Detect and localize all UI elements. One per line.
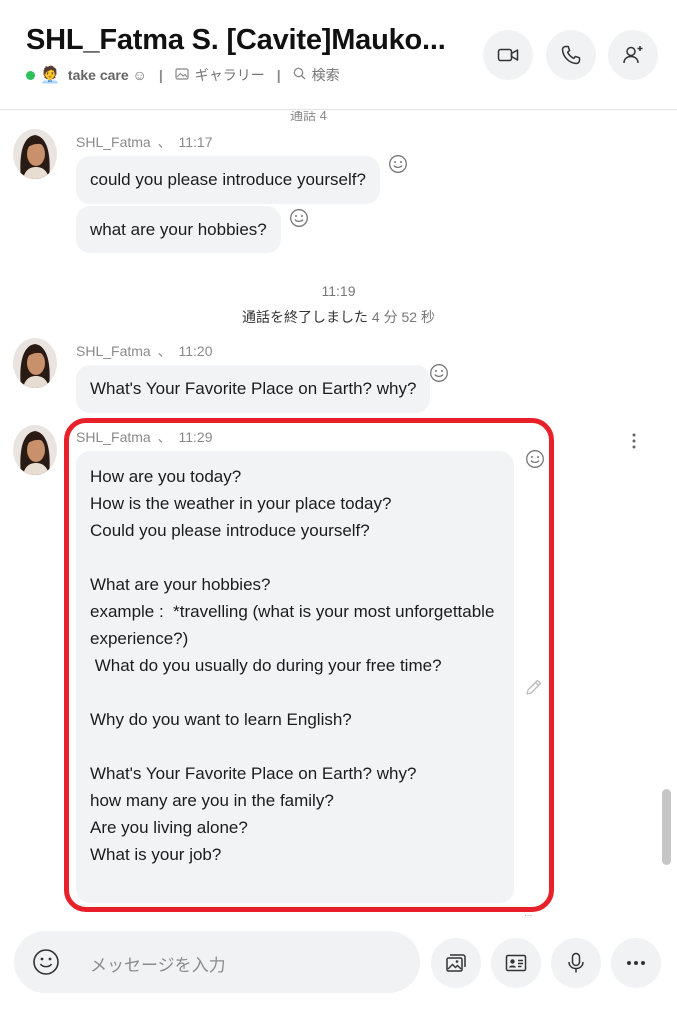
share-contact-button[interactable] bbox=[491, 938, 541, 988]
mood-message: take care ☺ bbox=[67, 67, 147, 83]
avatar[interactable] bbox=[13, 129, 57, 179]
message-line: What is your job? bbox=[90, 845, 222, 864]
clipped-text: 通話 4 bbox=[290, 111, 327, 123]
gallery-icon bbox=[175, 67, 189, 83]
add-reaction-icon[interactable] bbox=[289, 208, 309, 228]
message-list[interactable]: 通話 4 SHL_Fatma 、 11:17 could you please … bbox=[0, 111, 677, 920]
more-options-icon[interactable] bbox=[624, 431, 644, 451]
message-line: Could you please introduce yourself? bbox=[90, 521, 370, 540]
message-line bbox=[90, 679, 500, 706]
message-meta: SHL_Fatma 、 11:29 bbox=[76, 427, 212, 447]
video-call-button[interactable] bbox=[483, 30, 533, 80]
chat-header: SHL_Fatma S. [Cavite]Mauko... 🧑‍💼 take c… bbox=[0, 0, 677, 110]
meta-separator: 、 bbox=[157, 429, 172, 445]
subline-separator: | bbox=[276, 67, 281, 83]
phone-icon bbox=[561, 45, 581, 65]
message-line: Are you living alone? bbox=[90, 818, 248, 837]
add-reaction-icon[interactable] bbox=[388, 154, 408, 174]
meta-separator: 、 bbox=[157, 134, 172, 150]
message-meta: SHL_Fatma 、 11:17 bbox=[76, 132, 212, 152]
message-text: What's Your Favorite Place on Earth? why… bbox=[90, 379, 417, 398]
conversation-title[interactable]: SHL_Fatma S. [Cavite]Mauko... bbox=[26, 24, 446, 57]
gallery-link[interactable]: ギャラリー bbox=[195, 65, 265, 85]
message-line: What are your hobbies? bbox=[90, 575, 271, 594]
message-line bbox=[90, 733, 500, 760]
share-media-button[interactable] bbox=[431, 938, 481, 988]
search-link[interactable]: 検索 bbox=[312, 65, 340, 85]
clipped-marker: ... bbox=[524, 908, 533, 919]
gallery-icon bbox=[446, 954, 466, 972]
message-bubble[interactable]: what are your hobbies? bbox=[76, 206, 281, 253]
header-subline: 🧑‍💼 take care ☺ | ギャラリー | 検索 bbox=[26, 64, 340, 86]
message-time: 11:17 bbox=[178, 134, 213, 150]
message-line: example : *travelling (what is your most… bbox=[90, 602, 495, 621]
more-options-button[interactable] bbox=[611, 938, 661, 988]
message-line: What do you usually do during your free … bbox=[90, 656, 442, 675]
online-status-dot bbox=[26, 70, 35, 80]
emoji-icon[interactable] bbox=[32, 948, 60, 976]
sender-name[interactable]: SHL_Fatma bbox=[76, 134, 151, 150]
message-line: how many are you in the family? bbox=[90, 791, 334, 810]
message-line: What's Your Favorite Place on Earth? why… bbox=[90, 764, 417, 783]
add-reaction-icon[interactable] bbox=[525, 449, 545, 469]
microphone-icon bbox=[568, 952, 584, 973]
message-composer: メッセージを入力 bbox=[0, 920, 677, 1018]
message-input[interactable]: メッセージを入力 bbox=[14, 931, 420, 993]
message-bubble[interactable]: How are you today? How is the weather in… bbox=[76, 451, 514, 903]
add-participant-button[interactable] bbox=[608, 30, 658, 80]
add-reaction-icon[interactable] bbox=[429, 363, 449, 383]
avatar[interactable] bbox=[13, 338, 57, 388]
message-bubble[interactable]: What's Your Favorite Place on Earth? why… bbox=[76, 365, 431, 413]
call-duration: 4 分 52 秒 bbox=[371, 309, 435, 325]
message-line: How are you today? bbox=[90, 467, 242, 486]
subline-separator: | bbox=[158, 67, 163, 83]
mood-emoji: 🧑‍💼 bbox=[40, 67, 60, 84]
ellipsis-icon bbox=[627, 961, 645, 965]
message-line: experience?) bbox=[90, 629, 189, 648]
voice-message-button[interactable] bbox=[551, 938, 601, 988]
video-camera-icon bbox=[497, 48, 519, 62]
message-text: what are your hobbies? bbox=[90, 220, 267, 239]
search-icon bbox=[293, 67, 306, 83]
message-text: could you please introduce yourself? bbox=[90, 170, 366, 189]
timestamp-divider: 11:19 bbox=[321, 283, 356, 299]
scrollbar-thumb[interactable] bbox=[662, 789, 671, 865]
message-time: 11:20 bbox=[178, 343, 213, 359]
call-ended-text: 通話を終了しました bbox=[242, 309, 369, 325]
sender-name[interactable]: SHL_Fatma bbox=[76, 343, 151, 359]
edit-pencil-icon[interactable] bbox=[524, 677, 544, 697]
message-meta: SHL_Fatma 、 11:20 bbox=[76, 341, 212, 361]
avatar[interactable] bbox=[13, 425, 57, 475]
message-placeholder: メッセージを入力 bbox=[90, 956, 226, 975]
meta-separator: 、 bbox=[157, 343, 172, 359]
message-line: Why do you want to learn English? bbox=[90, 710, 352, 729]
call-ended-notice: 通話を終了しました 4 分 52 秒 bbox=[0, 307, 677, 327]
message-line bbox=[90, 544, 500, 571]
message-time: 11:29 bbox=[178, 429, 213, 445]
add-person-icon bbox=[623, 46, 643, 64]
sender-name[interactable]: SHL_Fatma bbox=[76, 429, 151, 445]
message-bubble[interactable]: could you please introduce yourself? bbox=[76, 156, 380, 204]
contact-card-icon bbox=[505, 954, 527, 972]
audio-call-button[interactable] bbox=[546, 30, 596, 80]
message-line: How is the weather in your place today? bbox=[90, 494, 392, 513]
